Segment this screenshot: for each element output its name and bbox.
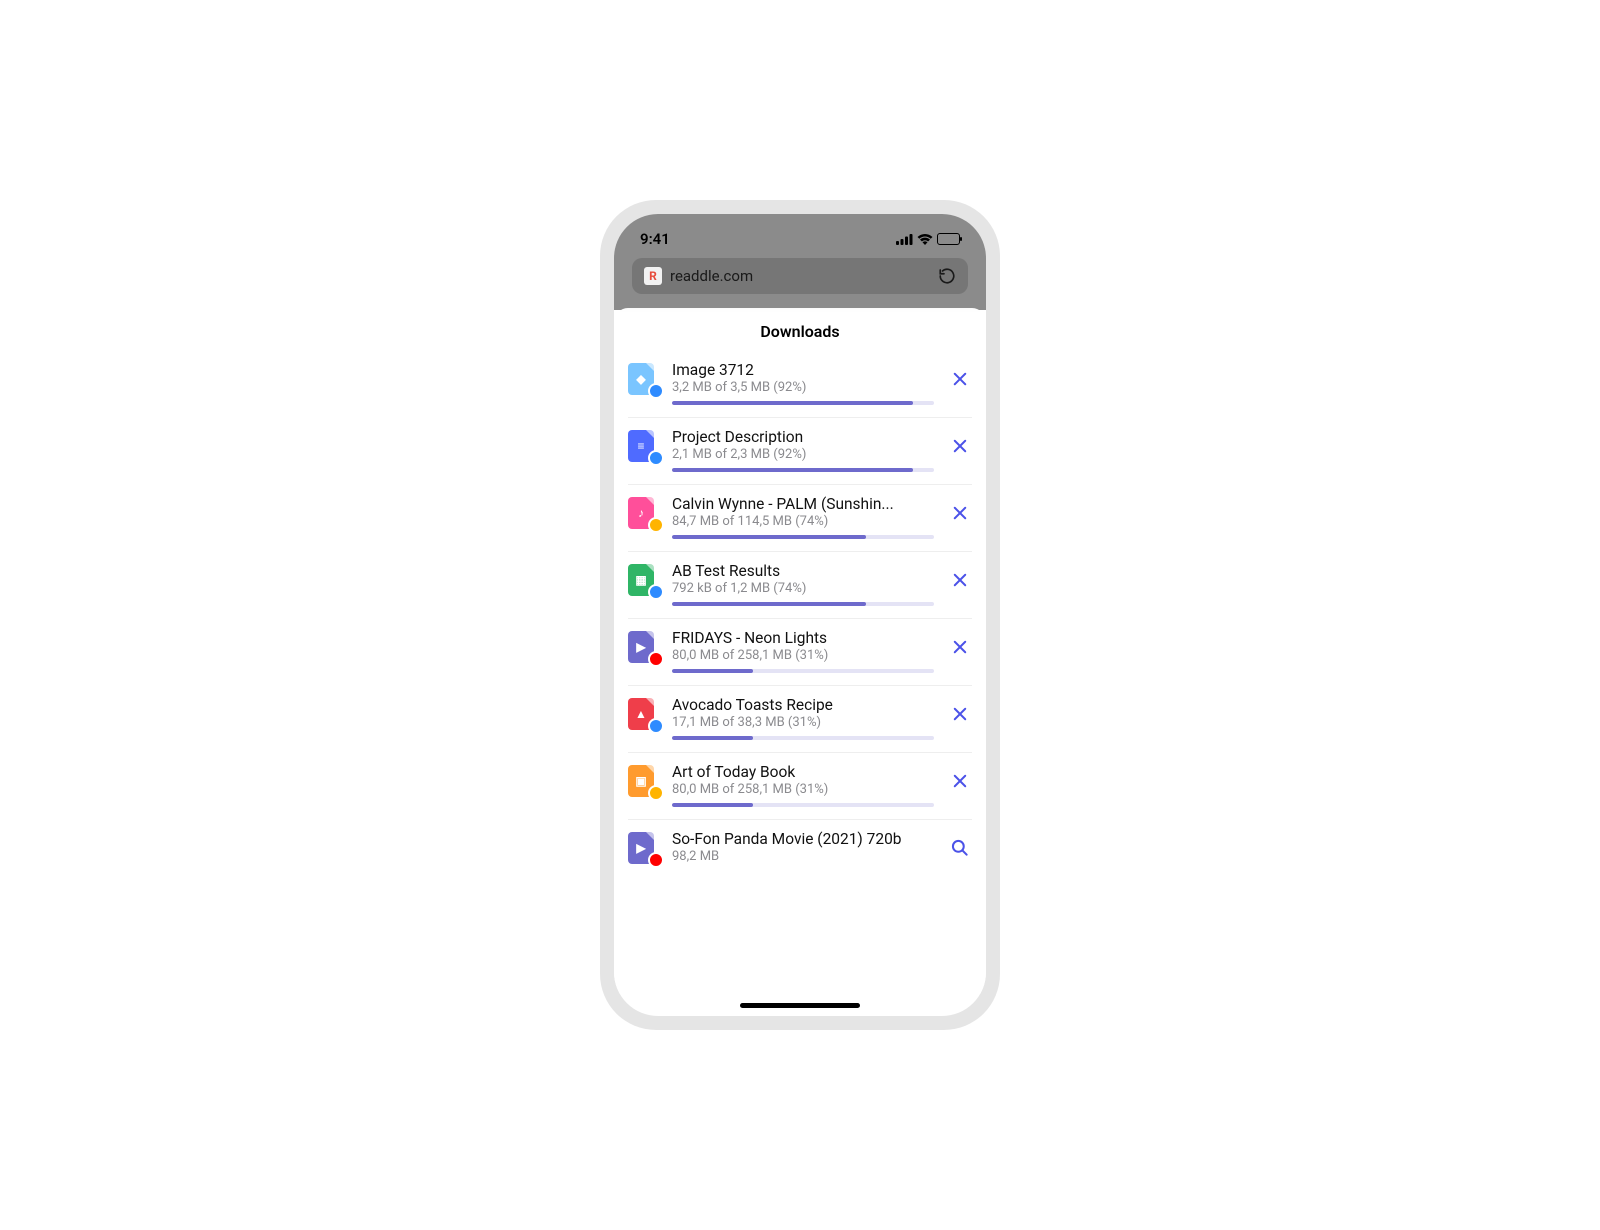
download-title: FRIDAYS - Neon Lights — [672, 629, 934, 647]
download-list: ◆ Image 3712 3,2 MB of 3,5 MB (92%) ≡ Pr… — [614, 351, 986, 876]
download-subtext: 80,0 MB of 258,1 MB (31%) — [672, 648, 934, 663]
progress-bar — [672, 401, 934, 405]
download-title: Calvin Wynne - PALM (Sunshin... — [672, 495, 934, 513]
phone-frame: 9:41 R readdle.com Downloads ◆ Image 371… — [600, 200, 1000, 1030]
source-badge-youtube — [648, 852, 664, 868]
url-text: readdle.com — [670, 267, 930, 285]
source-badge-youtube — [648, 651, 664, 667]
download-item[interactable]: ◆ Image 3712 3,2 MB of 3,5 MB (92%) — [628, 351, 972, 418]
home-indicator[interactable] — [740, 1003, 860, 1008]
reload-icon[interactable] — [938, 267, 956, 285]
download-subtext: 17,1 MB of 38,3 MB (31%) — [672, 715, 934, 730]
download-item[interactable]: ≡ Project Description 2,1 MB of 2,3 MB (… — [628, 418, 972, 485]
battery-icon — [937, 233, 960, 245]
source-badge-safari — [648, 718, 664, 734]
download-subtext: 98,2 MB — [672, 849, 934, 864]
download-subtext: 80,0 MB of 258,1 MB (31%) — [672, 782, 934, 797]
dimmed-background: 9:41 R readdle.com — [614, 214, 986, 310]
download-item[interactable]: ▣ Art of Today Book 80,0 MB of 258,1 MB … — [628, 753, 972, 820]
download-title: Art of Today Book — [672, 763, 934, 781]
address-bar[interactable]: R readdle.com — [632, 258, 968, 294]
site-favicon: R — [644, 267, 662, 285]
progress-bar — [672, 468, 934, 472]
download-item[interactable]: ♪ Calvin Wynne - PALM (Sunshin... 84,7 M… — [628, 485, 972, 552]
download-item[interactable]: ▦ AB Test Results 792 kB of 1,2 MB (74%) — [628, 552, 972, 619]
cancel-button[interactable] — [948, 769, 972, 793]
cancel-button[interactable] — [948, 501, 972, 525]
download-subtext: 2,1 MB of 2,3 MB (92%) — [672, 447, 934, 462]
file-icon: ▶ — [628, 631, 658, 663]
progress-bar — [672, 669, 934, 673]
download-item[interactable]: ▶ FRIDAYS - Neon Lights 80,0 MB of 258,1… — [628, 619, 972, 686]
download-subtext: 792 kB of 1,2 MB (74%) — [672, 581, 934, 596]
download-title: Image 3712 — [672, 361, 934, 379]
status-bar: 9:41 — [632, 226, 968, 258]
progress-bar — [672, 736, 934, 740]
download-title: Project Description — [672, 428, 934, 446]
file-icon: ≡ — [628, 430, 658, 462]
progress-bar — [672, 602, 934, 606]
source-badge-gdrive — [648, 517, 664, 533]
cancel-button[interactable] — [948, 635, 972, 659]
download-item[interactable]: ▶ So-Fon Panda Movie (2021) 720b 98,2 MB — [628, 820, 972, 876]
download-title: AB Test Results — [672, 562, 934, 580]
file-icon: ▲ — [628, 698, 658, 730]
source-badge-dropbox — [648, 450, 664, 466]
cancel-button[interactable] — [948, 702, 972, 726]
file-icon: ♪ — [628, 497, 658, 529]
cancel-button[interactable] — [948, 434, 972, 458]
cancel-button[interactable] — [948, 367, 972, 391]
cancel-button[interactable] — [948, 568, 972, 592]
search-button[interactable] — [948, 836, 972, 860]
source-badge-onedrive — [648, 584, 664, 600]
source-badge-safari — [648, 383, 664, 399]
download-item[interactable]: ▲ Avocado Toasts Recipe 17,1 MB of 38,3 … — [628, 686, 972, 753]
source-badge-gdrive — [648, 785, 664, 801]
file-icon: ◆ — [628, 363, 658, 395]
signal-icon — [896, 234, 913, 245]
download-title: Avocado Toasts Recipe — [672, 696, 934, 714]
downloads-sheet: Downloads ◆ Image 3712 3,2 MB of 3,5 MB … — [614, 308, 986, 994]
wifi-icon — [917, 233, 933, 245]
file-icon: ▦ — [628, 564, 658, 596]
download-title: So-Fon Panda Movie (2021) 720b — [672, 830, 934, 848]
status-time: 9:41 — [640, 230, 670, 248]
phone-screen: 9:41 R readdle.com Downloads ◆ Image 371… — [614, 214, 986, 1016]
download-subtext: 3,2 MB of 3,5 MB (92%) — [672, 380, 934, 395]
progress-bar — [672, 535, 934, 539]
progress-bar — [672, 803, 934, 807]
file-icon: ▶ — [628, 832, 658, 864]
file-icon: ▣ — [628, 765, 658, 797]
download-subtext: 84,7 MB of 114,5 MB (74%) — [672, 514, 934, 529]
sheet-title: Downloads — [614, 308, 986, 351]
